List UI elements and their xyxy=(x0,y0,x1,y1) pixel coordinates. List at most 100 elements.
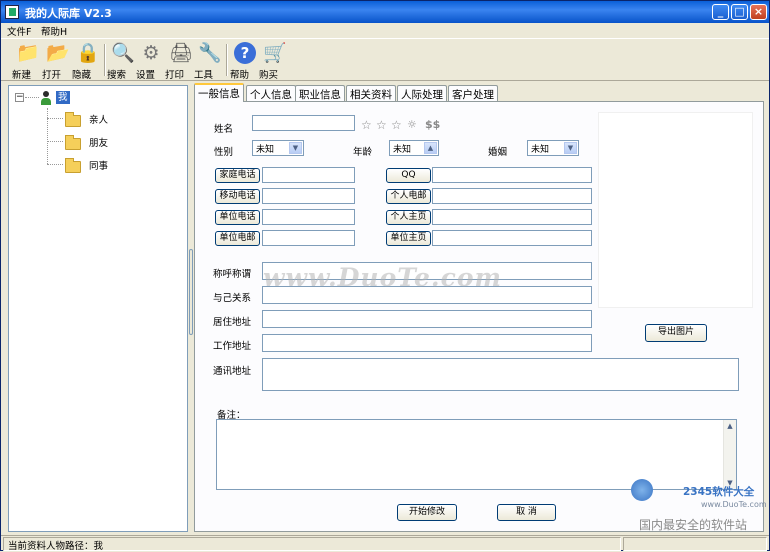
work-homepage-input[interactable] xyxy=(432,230,592,246)
maximize-button[interactable]: □ xyxy=(731,4,748,20)
watermark-text: www.DuoTe.com xyxy=(263,263,502,292)
help-icon: ? xyxy=(234,42,256,64)
watermark-url: www.DuoTe.com xyxy=(701,500,767,509)
cancel-button[interactable]: 取 消 xyxy=(497,504,556,521)
toolbar-separator xyxy=(226,44,228,76)
search-button[interactable]: 🔍 搜索 xyxy=(107,42,137,81)
status-path: 当前资料人物路径：我 xyxy=(3,537,621,552)
work-address-input[interactable] xyxy=(262,334,592,352)
app-icon xyxy=(5,5,19,19)
print-button[interactable]: 🖨 打印 xyxy=(165,42,195,81)
personal-homepage-input[interactable] xyxy=(432,209,592,225)
tools-button[interactable]: 🔧 工具 xyxy=(194,42,224,81)
tree-line xyxy=(47,118,63,119)
settings-button[interactable]: ⚙ 设置 xyxy=(136,42,166,81)
personal-email-input[interactable] xyxy=(432,188,592,204)
tree-node-label: 朋友 xyxy=(89,138,109,149)
remarks-textarea[interactable]: ▲ ▼ xyxy=(216,419,737,490)
tree-node-me[interactable]: 我 xyxy=(39,89,70,105)
tree-node-colleagues[interactable]: 同事 xyxy=(65,157,109,173)
title-bar[interactable]: 我的人际库 V2.3 _ □ × xyxy=(1,1,769,23)
home-phone-button[interactable]: 家庭电话 xyxy=(215,168,260,183)
folder-icon xyxy=(65,157,81,173)
coins-icon[interactable]: ☼ xyxy=(407,118,417,131)
menu-help[interactable]: 帮助H xyxy=(41,24,67,38)
title-label: 称呼称谓 xyxy=(213,269,252,280)
chevron-down-icon[interactable]: ▼ xyxy=(289,142,302,154)
tree-node-family[interactable]: 亲人 xyxy=(65,111,108,127)
personal-homepage-button[interactable]: 个人主页 xyxy=(386,210,431,225)
search-icon: 🔍 xyxy=(111,42,135,64)
person-icon xyxy=(39,90,53,105)
open-folder-icon: 📂 xyxy=(46,42,70,64)
star-icon[interactable]: ☆ xyxy=(361,118,372,132)
export-photo-button[interactable]: 导出图片 xyxy=(645,324,707,342)
star-icon[interactable]: ☆ xyxy=(376,118,387,132)
age-stepper[interactable]: 未知 ▲ xyxy=(389,140,439,156)
tree-line xyxy=(25,97,39,98)
app-window: 我的人际库 V2.3 _ □ × 文件F 帮助H 📁 新建 📂 打开 🔒 隐藏 … xyxy=(0,0,770,552)
tab-career[interactable]: 职业信息 xyxy=(295,85,345,101)
age-label: 年龄 xyxy=(353,147,373,158)
age-value: 未知 xyxy=(393,145,412,155)
new-folder-icon: 📁 xyxy=(16,42,40,64)
mobile-phone-input[interactable] xyxy=(262,188,355,204)
panel-splitter[interactable] xyxy=(189,249,193,335)
marriage-value: 未知 xyxy=(531,145,550,155)
tree-line xyxy=(47,164,63,165)
printer-icon: 🖨 xyxy=(169,42,194,64)
start-edit-button[interactable]: 开始修改 xyxy=(397,504,457,521)
tree-node-label: 同事 xyxy=(89,161,109,172)
watermark-slogan: 国内最安全的软件站 xyxy=(639,518,748,532)
personal-email-button[interactable]: 个人电邮 xyxy=(386,189,431,204)
buy-button[interactable]: 🛒 购买 xyxy=(259,42,289,81)
toolbar: 📁 新建 📂 打开 🔒 隐藏 🔍 搜索 ⚙ 设置 🖨 打印 🔧 工具 ? 帮助 … xyxy=(1,38,769,81)
mailing-address-input[interactable] xyxy=(262,358,739,391)
dollar-icon[interactable]: $$ xyxy=(425,118,440,131)
open-button[interactable]: 📂 打开 xyxy=(42,42,72,81)
name-input[interactable] xyxy=(252,115,355,131)
tab-relations[interactable]: 人际处理 xyxy=(397,85,447,101)
qq-button[interactable]: QQ xyxy=(386,168,431,183)
marriage-select[interactable]: 未知 ▼ xyxy=(527,140,579,156)
gender-value: 未知 xyxy=(256,145,275,155)
hide-button[interactable]: 🔒 隐藏 xyxy=(72,42,102,81)
gender-label: 性别 xyxy=(214,147,234,158)
gender-select[interactable]: 未知 ▼ xyxy=(252,140,304,156)
home-address-input[interactable] xyxy=(262,310,592,328)
folder-icon xyxy=(65,134,81,150)
new-button[interactable]: 📁 新建 xyxy=(12,42,42,81)
window-title: 我的人际库 V2.3 xyxy=(25,7,112,20)
star-icon[interactable]: ☆ xyxy=(391,118,402,132)
tab-general[interactable]: 一般信息 xyxy=(194,83,244,102)
photo-area[interactable] xyxy=(598,112,753,308)
spin-arrows-icon[interactable]: ▲ xyxy=(424,142,437,154)
menu-bar: 文件F 帮助H xyxy=(1,23,769,38)
contact-tree[interactable]: − 我 亲人 朋友 同事 xyxy=(8,85,188,532)
qq-input[interactable] xyxy=(432,167,592,183)
help-button[interactable]: ? 帮助 xyxy=(230,42,260,81)
home-address-label: 居住地址 xyxy=(213,317,252,328)
work-email-input[interactable] xyxy=(262,230,355,246)
work-email-button[interactable]: 单位电邮 xyxy=(215,231,260,246)
tree-node-friends[interactable]: 朋友 xyxy=(65,134,109,150)
watermark-brand: 2345软件大全 xyxy=(683,486,755,498)
watermark-logo xyxy=(631,479,653,501)
close-button[interactable]: × xyxy=(750,4,767,20)
mobile-phone-button[interactable]: 移动电话 xyxy=(215,189,260,204)
home-phone-input[interactable] xyxy=(262,167,355,183)
tab-personal[interactable]: 个人信息 xyxy=(246,85,296,101)
tab-related[interactable]: 相关资料 xyxy=(346,85,396,101)
remarks-scrollbar[interactable]: ▲ ▼ xyxy=(723,420,736,489)
tree-line xyxy=(47,141,63,142)
scroll-up-icon[interactable]: ▲ xyxy=(724,420,736,432)
work-phone-input[interactable] xyxy=(262,209,355,225)
minimize-button[interactable]: _ xyxy=(712,4,729,20)
menu-file[interactable]: 文件F xyxy=(7,24,31,38)
chevron-down-icon[interactable]: ▼ xyxy=(564,142,577,154)
tree-expander[interactable]: − xyxy=(15,93,24,102)
work-address-label: 工作地址 xyxy=(213,341,252,352)
tab-customer[interactable]: 客户处理 xyxy=(448,85,498,101)
work-phone-button[interactable]: 单位电话 xyxy=(215,210,260,225)
work-homepage-button[interactable]: 单位主页 xyxy=(386,231,431,246)
